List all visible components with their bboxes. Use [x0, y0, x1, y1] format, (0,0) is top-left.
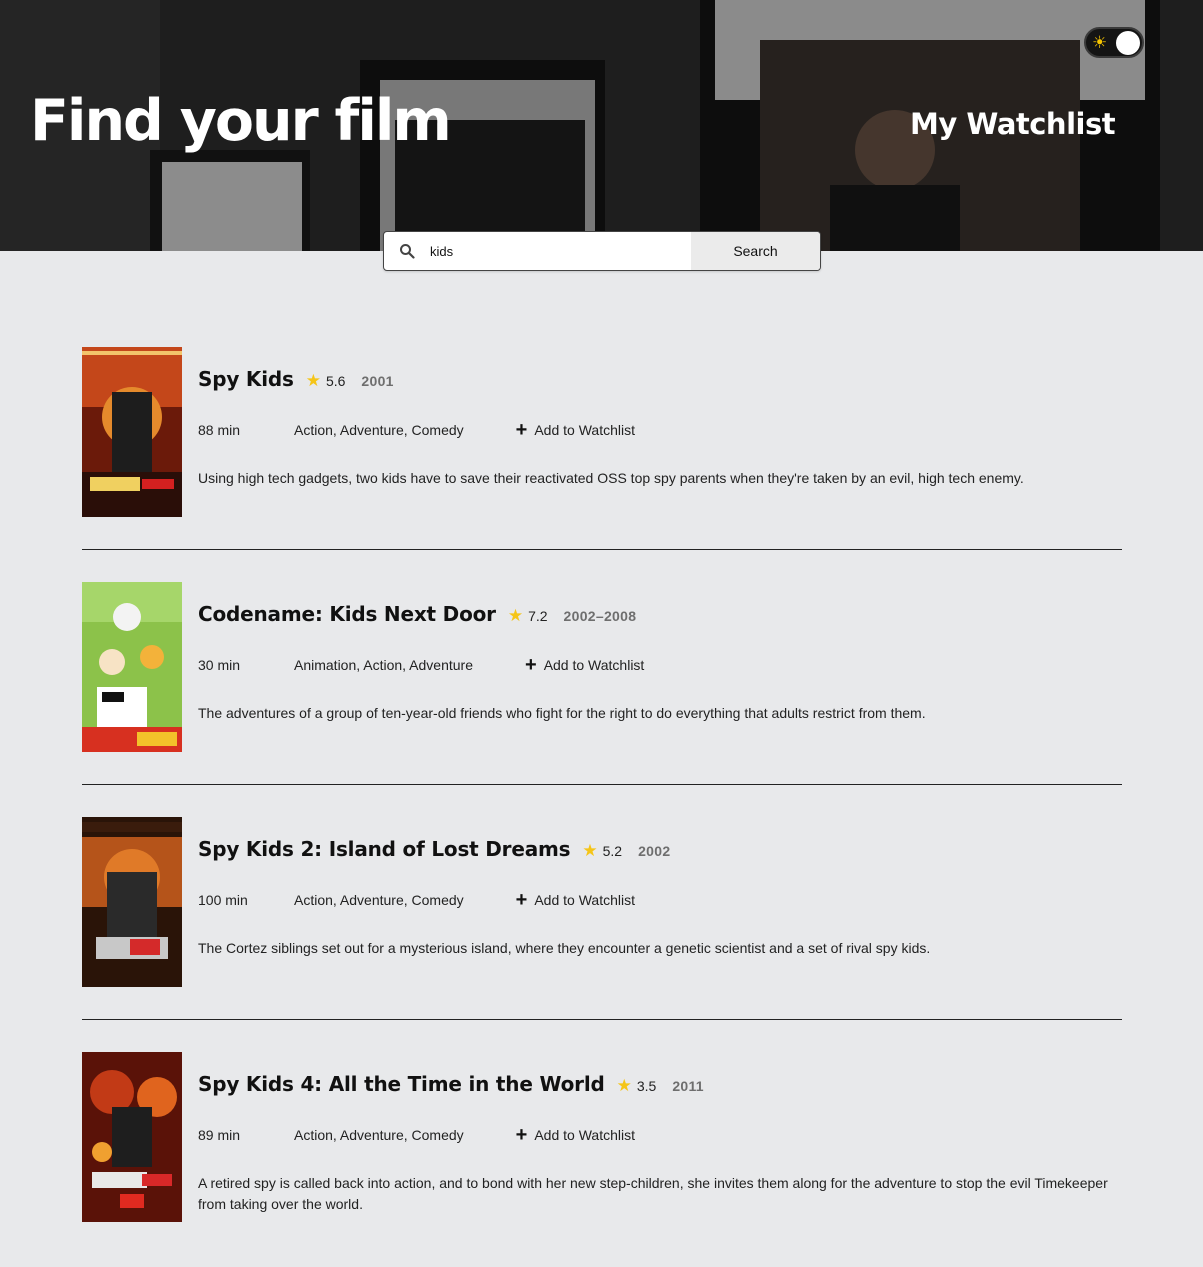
- sun-icon: ☀: [1092, 33, 1108, 52]
- film-info: Codename: Kids Next Door ★ 7.2 2002–2008…: [182, 582, 1122, 752]
- film-info: Spy Kids 4: All the Time in the World ★ …: [182, 1052, 1122, 1222]
- film-rating: 5.6: [325, 373, 346, 389]
- film-card: Spy Kids ★ 5.6 2001 88 min Action, Adven…: [82, 347, 1122, 517]
- page-title: Find your film: [30, 88, 452, 154]
- star-icon: ★: [616, 1076, 632, 1095]
- add-to-watchlist-button[interactable]: + Add to Watchlist: [515, 889, 635, 911]
- film-card: Spy Kids 4: All the Time in the World ★ …: [82, 1052, 1122, 1222]
- film-meta-row: 100 min Action, Adventure, Comedy + Add …: [198, 890, 1122, 910]
- add-to-watchlist-label: Add to Watchlist: [543, 657, 645, 673]
- film-runtime: 88 min: [198, 422, 241, 438]
- film-year: 2002: [638, 843, 671, 859]
- my-watchlist-link[interactable]: My Watchlist: [910, 107, 1116, 141]
- film-rating: 7.2: [528, 608, 548, 624]
- search-button[interactable]: Search: [691, 232, 820, 270]
- divider: [82, 1019, 1122, 1020]
- film-genres: Action, Adventure, Comedy: [294, 422, 464, 438]
- film-year: 2002–2008: [563, 608, 637, 624]
- divider: [82, 784, 1122, 785]
- film-year: 2011: [672, 1078, 704, 1094]
- film-title-row: Codename: Kids Next Door ★ 7.2 2002–2008: [198, 602, 1122, 628]
- divider: [82, 549, 1122, 550]
- film-plot: Using high tech gadgets, two kids have t…: [198, 470, 1024, 486]
- film-card: Codename: Kids Next Door ★ 7.2 2002–2008…: [82, 582, 1122, 752]
- add-to-watchlist-button[interactable]: + Add to Watchlist: [515, 1124, 635, 1146]
- plus-icon: +: [515, 419, 528, 441]
- add-to-watchlist-button[interactable]: + Add to Watchlist: [515, 419, 635, 441]
- star-icon: ★: [507, 606, 524, 625]
- add-to-watchlist-label: Add to Watchlist: [534, 422, 635, 438]
- add-to-watchlist-label: Add to Watchlist: [534, 1127, 635, 1143]
- film-title[interactable]: Spy Kids 4: All the Time in the World: [198, 1072, 605, 1096]
- film-rating: 3.5: [636, 1078, 657, 1094]
- hero-header: Find your film My Watchlist ☀: [0, 0, 1203, 251]
- toggle-knob: [1116, 31, 1140, 55]
- plus-icon: +: [515, 889, 528, 911]
- film-plot: The Cortez siblings set out for a myster…: [198, 940, 931, 956]
- film-meta-row: 30 min Animation, Action, Adventure + Ad…: [198, 655, 1122, 675]
- search-bar: Search: [383, 231, 821, 271]
- film-runtime: 30 min: [198, 657, 241, 673]
- film-genres: Action, Adventure, Comedy: [294, 1127, 464, 1143]
- theme-toggle[interactable]: ☀: [1084, 27, 1144, 58]
- add-to-watchlist-label: Add to Watchlist: [534, 892, 635, 908]
- search-field-wrapper: [384, 232, 691, 270]
- film-info: Spy Kids ★ 5.6 2001 88 min Action, Adven…: [182, 347, 1122, 517]
- plus-icon: +: [515, 1124, 528, 1146]
- search-icon: [400, 244, 415, 259]
- film-runtime: 100 min: [198, 892, 248, 908]
- film-plot: The adventures of a group of ten-year-ol…: [198, 705, 926, 721]
- film-title-row: Spy Kids 2: Island of Lost Dreams ★ 5.2 …: [198, 837, 1122, 863]
- star-icon: ★: [582, 841, 598, 860]
- add-to-watchlist-button[interactable]: + Add to Watchlist: [525, 654, 645, 676]
- film-rating: 5.2: [602, 843, 623, 859]
- film-info: Spy Kids 2: Island of Lost Dreams ★ 5.2 …: [182, 817, 1122, 987]
- film-title[interactable]: Spy Kids 2: Island of Lost Dreams: [198, 837, 571, 861]
- film-title-row: Spy Kids ★ 5.6 2001: [198, 367, 1122, 393]
- star-icon: ★: [305, 371, 321, 390]
- film-poster[interactable]: [82, 817, 182, 987]
- film-title-row: Spy Kids 4: All the Time in the World ★ …: [198, 1072, 1122, 1098]
- search-input[interactable]: [430, 233, 670, 269]
- plus-icon: +: [525, 654, 537, 676]
- film-meta-row: 88 min Action, Adventure, Comedy + Add t…: [198, 420, 1122, 440]
- film-plot: A retired spy is called back into action…: [198, 1175, 1108, 1212]
- film-runtime: 89 min: [198, 1127, 241, 1143]
- film-poster[interactable]: [82, 1052, 182, 1222]
- film-genres: Animation, Action, Adventure: [294, 657, 473, 673]
- film-poster[interactable]: [82, 582, 182, 752]
- film-year: 2001: [361, 373, 394, 389]
- film-meta-row: 89 min Action, Adventure, Comedy + Add t…: [198, 1125, 1122, 1145]
- film-poster[interactable]: [82, 347, 182, 517]
- film-genres: Action, Adventure, Comedy: [294, 892, 464, 908]
- film-title[interactable]: Spy Kids: [198, 367, 294, 391]
- results-list: Spy Kids ★ 5.6 2001 88 min Action, Adven…: [82, 347, 1122, 1222]
- film-card: Spy Kids 2: Island of Lost Dreams ★ 5.2 …: [82, 817, 1122, 987]
- film-title[interactable]: Codename: Kids Next Door: [198, 602, 496, 626]
